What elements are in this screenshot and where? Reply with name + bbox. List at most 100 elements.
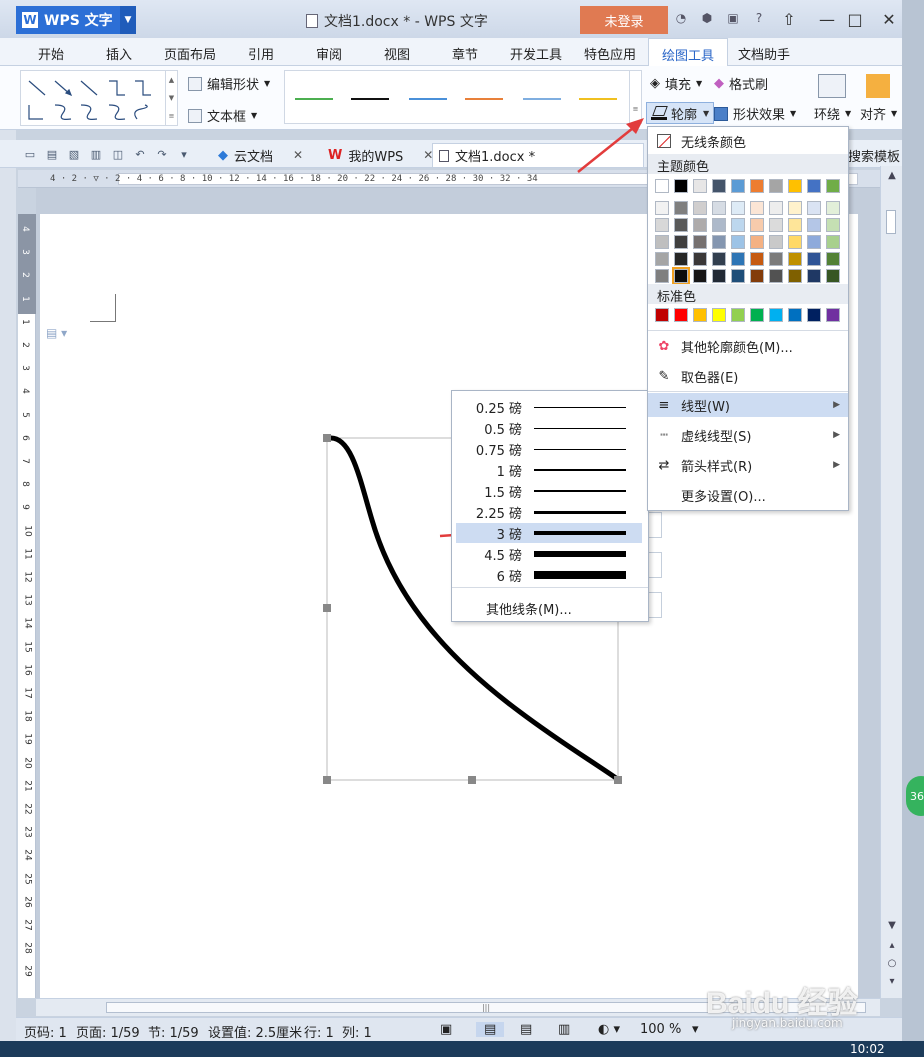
color-swatch[interactable]	[750, 179, 764, 193]
color-swatch[interactable]	[769, 269, 783, 283]
more-lines-item[interactable]: 其他线条(M)...	[486, 599, 572, 618]
color-swatch[interactable]	[693, 308, 707, 322]
resize-handle[interactable]	[468, 776, 476, 784]
color-swatch[interactable]	[731, 269, 745, 283]
color-swatch[interactable]	[807, 218, 821, 232]
color-swatch[interactable]	[750, 252, 764, 266]
color-swatch[interactable]	[788, 218, 802, 232]
color-swatch[interactable]	[674, 235, 688, 249]
color-swatch[interactable]	[769, 308, 783, 322]
color-swatch[interactable]	[788, 201, 802, 215]
color-swatch[interactable]	[826, 308, 840, 322]
scroll-down-icon[interactable]: ▼	[881, 920, 903, 931]
color-swatch[interactable]	[750, 235, 764, 249]
vertical-scrollbar[interactable]: ▲ ▼ ▴ ○ ▾	[880, 166, 902, 998]
arrow-style-item[interactable]: ⇄ 箭头样式(R) ▶	[648, 453, 848, 477]
color-swatch[interactable]	[826, 252, 840, 266]
color-swatch[interactable]	[826, 179, 840, 193]
color-swatch[interactable]	[712, 252, 726, 266]
color-swatch[interactable]	[674, 218, 688, 232]
color-swatch[interactable]	[672, 267, 690, 285]
color-swatch[interactable]	[655, 201, 669, 215]
color-swatch[interactable]	[712, 201, 726, 215]
color-swatch[interactable]	[731, 235, 745, 249]
color-swatch[interactable]	[693, 235, 707, 249]
line-weight-item[interactable]: 0.5 磅	[456, 418, 642, 438]
color-swatch[interactable]	[807, 252, 821, 266]
outline-view-icon[interactable]: ▤	[520, 1022, 532, 1037]
fullscreen-view-icon[interactable]: ▣	[440, 1022, 452, 1037]
color-swatch[interactable]	[731, 201, 745, 215]
color-swatch[interactable]	[655, 179, 669, 193]
color-swatch[interactable]	[731, 308, 745, 322]
line-weight-item[interactable]: 6 磅	[456, 565, 642, 585]
color-swatch[interactable]	[693, 252, 707, 266]
color-swatch[interactable]	[655, 235, 669, 249]
color-swatch[interactable]	[769, 235, 783, 249]
color-swatch[interactable]	[731, 179, 745, 193]
color-swatch[interactable]	[655, 269, 669, 283]
eyedropper-item[interactable]: ✎ 取色器(E)	[648, 364, 848, 388]
no-line-color-item[interactable]: 无线条颜色	[648, 129, 848, 153]
resize-handle[interactable]	[323, 434, 331, 442]
color-swatch[interactable]	[769, 252, 783, 266]
line-weight-item[interactable]: 1 磅	[456, 460, 642, 480]
other-outline-color-item[interactable]: ✿ 其他轮廓颜色(M)...	[648, 334, 848, 358]
color-swatch[interactable]	[693, 201, 707, 215]
color-swatch[interactable]	[769, 201, 783, 215]
line-type-item[interactable]: ≡ 线型(W) ▶	[648, 393, 848, 417]
color-swatch[interactable]	[655, 308, 669, 322]
scroll-thumb[interactable]	[886, 210, 896, 234]
color-swatch[interactable]	[807, 179, 821, 193]
color-swatch[interactable]	[769, 218, 783, 232]
next-page-icon[interactable]: ▾	[881, 976, 903, 987]
resize-handle[interactable]	[323, 604, 331, 612]
resize-handle[interactable]	[614, 776, 622, 784]
color-swatch[interactable]	[788, 308, 802, 322]
color-swatch[interactable]	[788, 179, 802, 193]
color-swatch[interactable]	[788, 252, 802, 266]
color-swatch[interactable]	[674, 308, 688, 322]
color-swatch[interactable]	[750, 218, 764, 232]
color-swatch[interactable]	[731, 252, 745, 266]
color-swatch[interactable]	[769, 179, 783, 193]
color-swatch[interactable]	[807, 201, 821, 215]
zoom-level[interactable]: 100 %	[640, 1022, 681, 1037]
color-swatch[interactable]	[674, 179, 688, 193]
dash-type-item[interactable]: ┅ 虚线线型(S) ▶	[648, 423, 848, 447]
color-swatch[interactable]	[655, 218, 669, 232]
prev-page-icon[interactable]: ▴	[881, 940, 903, 951]
web-view-icon[interactable]: ▥	[558, 1022, 570, 1037]
color-swatch[interactable]	[693, 179, 707, 193]
line-weight-item[interactable]: 1.5 磅	[456, 481, 642, 501]
line-weight-item[interactable]: 0.75 磅	[456, 439, 642, 459]
color-swatch[interactable]	[826, 201, 840, 215]
line-weight-item[interactable]: 4.5 磅	[456, 544, 642, 564]
color-swatch[interactable]	[826, 269, 840, 283]
color-swatch[interactable]	[693, 218, 707, 232]
page-view-icon[interactable]: ▤	[476, 1022, 505, 1037]
zoom-out-icon[interactable]: ▾	[692, 1022, 699, 1037]
color-swatch[interactable]	[788, 269, 802, 283]
color-swatch[interactable]	[750, 269, 764, 283]
floating-widget[interactable]: 36	[906, 776, 924, 816]
color-swatch[interactable]	[655, 252, 669, 266]
resize-handle[interactable]	[323, 776, 331, 784]
color-swatch[interactable]	[693, 269, 707, 283]
line-weight-item[interactable]: 2.25 磅	[456, 502, 642, 522]
line-weight-item[interactable]: 0.25 磅	[456, 397, 642, 417]
color-swatch[interactable]	[826, 218, 840, 232]
reading-mode-icon[interactable]: ◐ ▾	[598, 1022, 620, 1037]
select-browse-icon[interactable]: ○	[881, 958, 903, 969]
color-swatch[interactable]	[731, 218, 745, 232]
more-settings-item[interactable]: 更多设置(O)...	[648, 483, 848, 507]
color-swatch[interactable]	[750, 201, 764, 215]
line-weight-item[interactable]: 3 磅	[456, 523, 642, 543]
scroll-up-icon[interactable]: ▲	[881, 170, 903, 181]
color-swatch[interactable]	[712, 235, 726, 249]
color-swatch[interactable]	[826, 235, 840, 249]
color-swatch[interactable]	[750, 308, 764, 322]
color-swatch[interactable]	[712, 218, 726, 232]
color-swatch[interactable]	[807, 269, 821, 283]
color-swatch[interactable]	[674, 201, 688, 215]
